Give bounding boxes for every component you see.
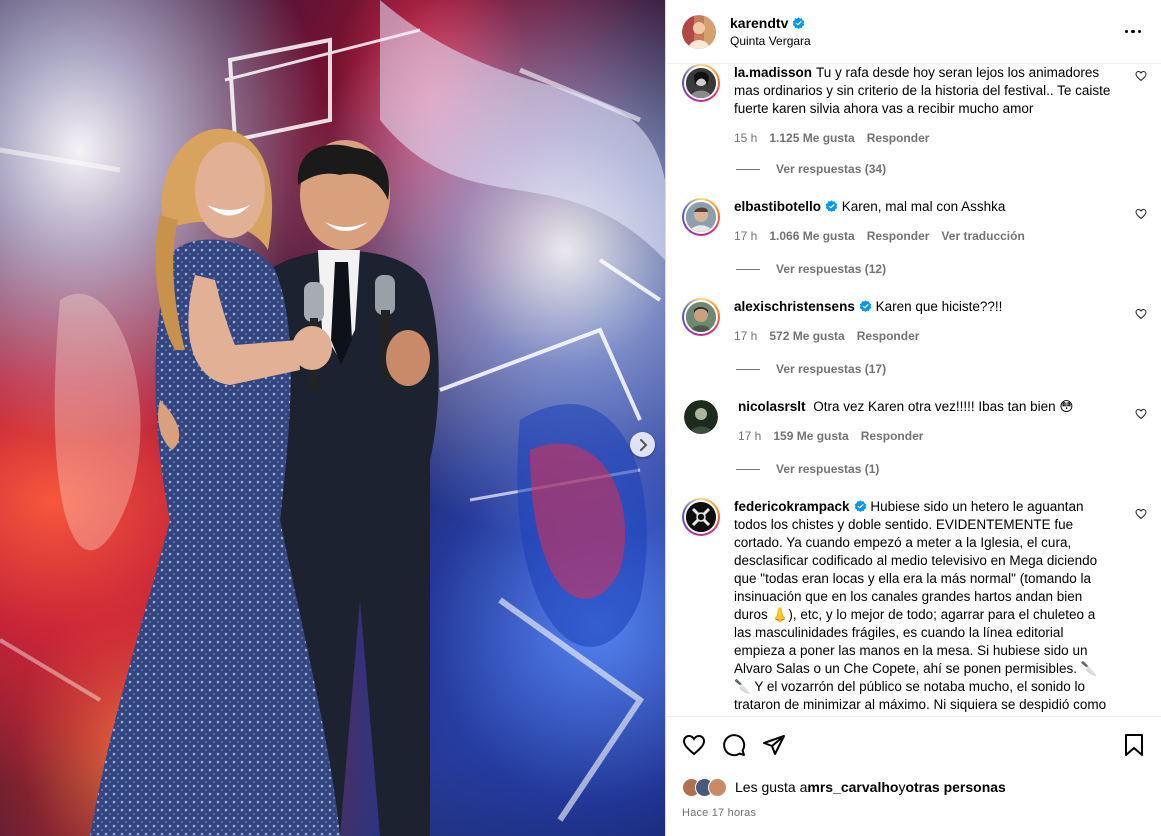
heart-icon[interactable] — [682, 733, 706, 757]
likes-middle: y — [898, 779, 906, 795]
comment-username[interactable]: alexischristensens — [734, 299, 855, 314]
liker-avatar — [708, 777, 727, 797]
comment-text: Karen, mal mal con Asshka — [841, 199, 1006, 214]
verified-badge-icon — [859, 300, 872, 313]
comment-item: nicolasrslt Otra vez Karen otra vez!!!!!… — [682, 398, 1147, 445]
like-comment-heart-icon[interactable] — [1135, 208, 1147, 220]
view-replies-button[interactable]: Ver respuestas (34) — [736, 162, 886, 176]
paper-plane-icon[interactable] — [762, 733, 786, 757]
comment-username[interactable]: nicolasrslt — [738, 399, 806, 414]
like-comment-heart-icon[interactable] — [1135, 308, 1147, 320]
comment-time[interactable]: 17 h — [734, 227, 757, 245]
comment-text: Karen que hiciste??!! — [875, 299, 1003, 314]
author-username[interactable]: karendtv — [730, 15, 788, 31]
likes-summary[interactable]: Les gusta a mrs_carvalho y otras persona… — [666, 772, 1161, 802]
comment-item: la.madisson Tu y rafa desde hoy seran lej… — [682, 64, 1147, 147]
chevron-right-icon — [639, 438, 647, 451]
stage-photo-illustration — [0, 0, 665, 836]
commenter-avatar[interactable] — [682, 64, 720, 102]
likes-others-link[interactable]: otras personas — [905, 779, 1005, 795]
view-replies-button[interactable]: Ver respuestas (17) — [736, 362, 886, 376]
author-avatar[interactable] — [682, 14, 716, 49]
comment-time[interactable]: 17 h — [738, 427, 761, 445]
comment-bubble-icon[interactable] — [722, 733, 746, 757]
comment-item: federicokrampack Hubiese sido un hetero … — [682, 498, 1147, 716]
comment-likes[interactable]: 1.125 Me gusta — [769, 129, 854, 147]
like-comment-heart-icon[interactable] — [1135, 408, 1147, 420]
instagram-post-modal: karendtv Quinta Vergara la.madisson Tu y … — [0, 0, 1161, 836]
verified-badge-icon — [825, 200, 838, 213]
view-replies-button[interactable]: Ver respuestas (1) — [736, 462, 879, 476]
reply-button[interactable]: Responder — [861, 427, 924, 445]
comment-username[interactable]: la.madisson — [734, 65, 812, 80]
comment-text: Otra vez Karen otra vez!!!!! Ibas tan bi… — [813, 399, 1074, 414]
commenter-avatar[interactable] — [682, 498, 720, 536]
verified-badge-icon — [854, 500, 866, 513]
reply-button[interactable]: Responder — [857, 327, 920, 345]
post-photo[interactable] — [0, 0, 665, 836]
view-replies-button[interactable]: Ver respuestas (12) — [736, 262, 886, 276]
comment-time[interactable]: 17 h — [734, 327, 757, 345]
post-location[interactable]: Quinta Vergara — [730, 34, 811, 48]
comment-username[interactable]: federicokrampack — [734, 499, 850, 514]
comment-likes[interactable]: 1.066 Me gusta — [769, 227, 854, 245]
like-comment-heart-icon[interactable] — [1135, 70, 1147, 82]
reply-button[interactable]: Responder — [867, 129, 930, 147]
comment-item: elbastibotello Karen, mal mal con Asshka… — [682, 198, 1147, 245]
post-timestamp[interactable]: Hace 17 horas — [666, 802, 1161, 824]
liker-username[interactable]: mrs_carvalho — [807, 779, 898, 795]
comment-text: Hubiese sido un hetero le aguantan todos… — [734, 499, 1107, 716]
commenter-avatar[interactable] — [684, 400, 718, 434]
post-actions-bar — [666, 716, 1161, 772]
verified-badge-icon — [793, 16, 805, 29]
liker-avatars — [682, 777, 727, 797]
reply-button[interactable]: Responder — [867, 227, 930, 245]
like-comment-heart-icon[interactable] — [1135, 508, 1147, 520]
comment-likes[interactable]: 159 Me gusta — [773, 427, 848, 445]
post-side-panel: karendtv Quinta Vergara la.madisson Tu y … — [665, 0, 1161, 836]
post-header: karendtv Quinta Vergara — [666, 0, 1161, 64]
next-photo-button[interactable] — [630, 432, 655, 457]
comment-time[interactable]: 15 h — [734, 129, 757, 147]
more-options-icon[interactable] — [1121, 22, 1146, 42]
comment-likes[interactable]: 572 Me gusta — [769, 327, 844, 345]
comments-list: la.madisson Tu y rafa desde hoy seran lej… — [666, 64, 1161, 716]
translate-button[interactable]: Ver traducción — [941, 227, 1024, 245]
commenter-avatar[interactable] — [682, 198, 720, 236]
bookmark-icon[interactable] — [1123, 733, 1145, 757]
comment-username[interactable]: elbastibotello — [734, 199, 821, 214]
comment-item: alexischristensens Karen que hiciste??!!… — [682, 298, 1147, 345]
commenter-avatar[interactable] — [682, 298, 720, 336]
likes-prefix: Les gusta a — [735, 779, 808, 795]
